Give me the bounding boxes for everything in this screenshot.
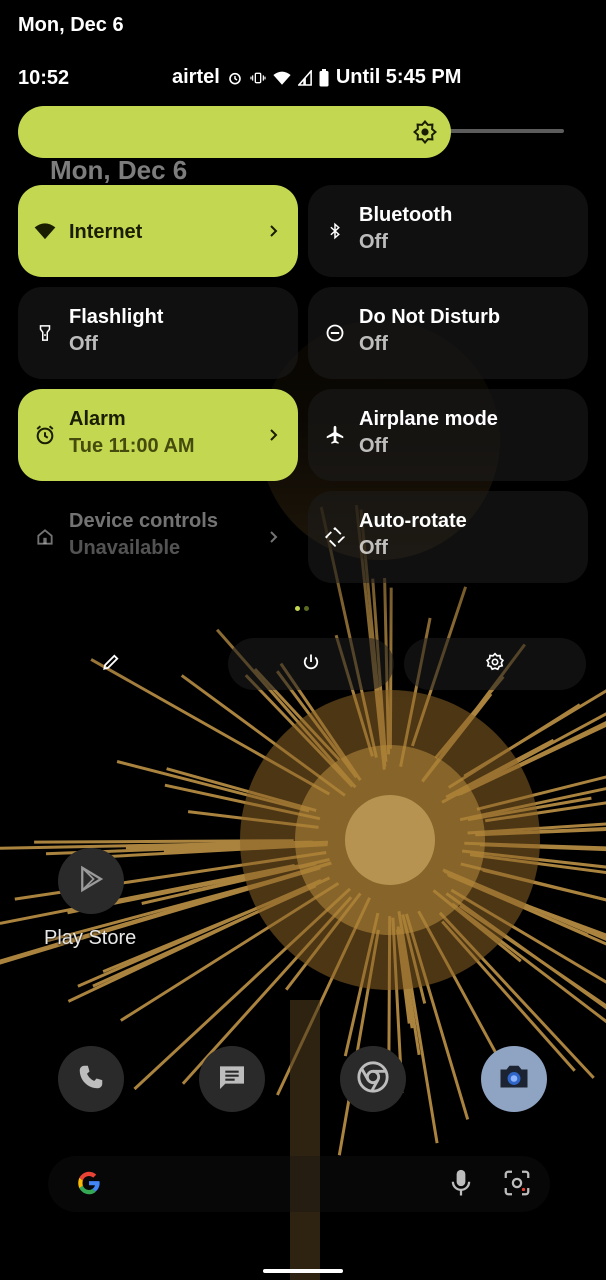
tile-status: Off (359, 231, 388, 253)
status-time: 10:52 (18, 67, 70, 89)
brightness-slider[interactable] (18, 106, 451, 158)
flashlight-icon (34, 322, 56, 344)
tile-text: Airplane mode Off (359, 407, 498, 461)
chrome-icon (356, 1060, 390, 1099)
tile-device-controls: Device controls Unavailable (18, 491, 298, 583)
tile-text: Auto-rotate Off (359, 509, 467, 563)
settings-icon (485, 651, 505, 677)
google-icon[interactable] (74, 1168, 104, 1198)
edit-button[interactable] (78, 638, 144, 690)
tile-do-not-disturb[interactable]: Do Not Disturb Off (308, 287, 588, 379)
wifi-icon (34, 220, 56, 242)
tile-label: Alarm (69, 408, 126, 430)
messages-icon (216, 1061, 248, 1098)
brightness-track[interactable] (440, 129, 564, 133)
tile-status: Unavailable (69, 537, 181, 559)
tile-label: Auto-rotate (359, 510, 467, 532)
play-store-app[interactable] (58, 848, 124, 914)
tile-label: Device controls (69, 510, 218, 532)
tile-label: Internet (69, 221, 143, 243)
home-icon (34, 526, 56, 548)
power-button[interactable] (228, 638, 394, 690)
shade-date: Mon, Dec 6 (18, 14, 124, 36)
carrier-name: airtel (172, 66, 220, 88)
tile-text: Do Not Disturb Off (359, 305, 500, 359)
tile-status: Off (359, 537, 388, 559)
settings-button[interactable] (404, 638, 586, 690)
tile-label: Do Not Disturb (359, 306, 501, 328)
tile-alarm[interactable]: Alarm Tue 11:00 AM (18, 389, 298, 481)
camera-app[interactable] (481, 1046, 547, 1112)
tile-status: Off (359, 333, 388, 355)
cell-signal-icon (297, 69, 312, 86)
tile-text: Alarm Tue 11:00 AM (69, 407, 195, 461)
edit-icon (101, 652, 121, 677)
battery-icon (319, 68, 329, 87)
auto-rotate-icon (324, 526, 346, 548)
tile-text: Bluetooth Off (359, 203, 452, 257)
camera-icon (496, 1059, 532, 1100)
chevron-right-icon (268, 224, 280, 238)
tile-status: Off (69, 333, 98, 355)
tile-text: Internet (69, 220, 142, 245)
tile-flashlight[interactable]: Flashlight Off (18, 287, 298, 379)
chevron-right-icon (268, 428, 280, 442)
alarm-icon (227, 70, 243, 86)
alarm-icon (34, 424, 56, 446)
messages-app[interactable] (199, 1046, 265, 1112)
tile-airplane-mode[interactable]: Airplane mode Off (308, 389, 588, 481)
nav-gesture-handle[interactable] (263, 1269, 343, 1273)
battery-text: Until 5:45 PM (335, 66, 462, 88)
lockscreen-date: Mon, Dec 6 (50, 155, 188, 185)
chevron-right-icon (268, 530, 280, 544)
play-store-label: Play Store (44, 927, 137, 949)
brightness-icon (412, 119, 438, 145)
vibrate-icon (250, 70, 266, 86)
page-dot-1 (295, 606, 300, 611)
wifi-icon (273, 70, 291, 86)
status-bar-center: airtel Until 5:45 PM (172, 66, 461, 89)
tile-bluetooth[interactable]: Bluetooth Off (308, 185, 588, 277)
tile-label: Bluetooth (359, 204, 453, 226)
quick-settings-actions (18, 638, 586, 690)
tile-text: Device controls Unavailable (69, 509, 218, 563)
tile-text: Flashlight Off (69, 305, 163, 359)
phone-app[interactable] (58, 1046, 124, 1112)
tile-label: Flashlight (69, 306, 164, 328)
bluetooth-icon (324, 220, 346, 242)
mic-icon[interactable] (448, 1168, 474, 1198)
play-store-icon (76, 864, 106, 899)
tile-auto-rotate[interactable]: Auto-rotate Off (308, 491, 588, 583)
chrome-app[interactable] (340, 1046, 406, 1112)
tile-status: Tue 11:00 AM (69, 435, 195, 457)
airplane-icon (324, 424, 346, 446)
tile-internet[interactable]: Internet (18, 185, 298, 277)
search-bar[interactable] (48, 1156, 550, 1212)
tile-label: Airplane mode (359, 408, 498, 430)
do-not-disturb-icon (324, 322, 346, 344)
power-icon (301, 652, 321, 677)
phone-icon (76, 1062, 106, 1097)
page-dot-2 (304, 606, 309, 611)
page-indicator (295, 606, 309, 611)
lens-icon[interactable] (502, 1168, 532, 1198)
tile-status: Off (359, 435, 388, 457)
